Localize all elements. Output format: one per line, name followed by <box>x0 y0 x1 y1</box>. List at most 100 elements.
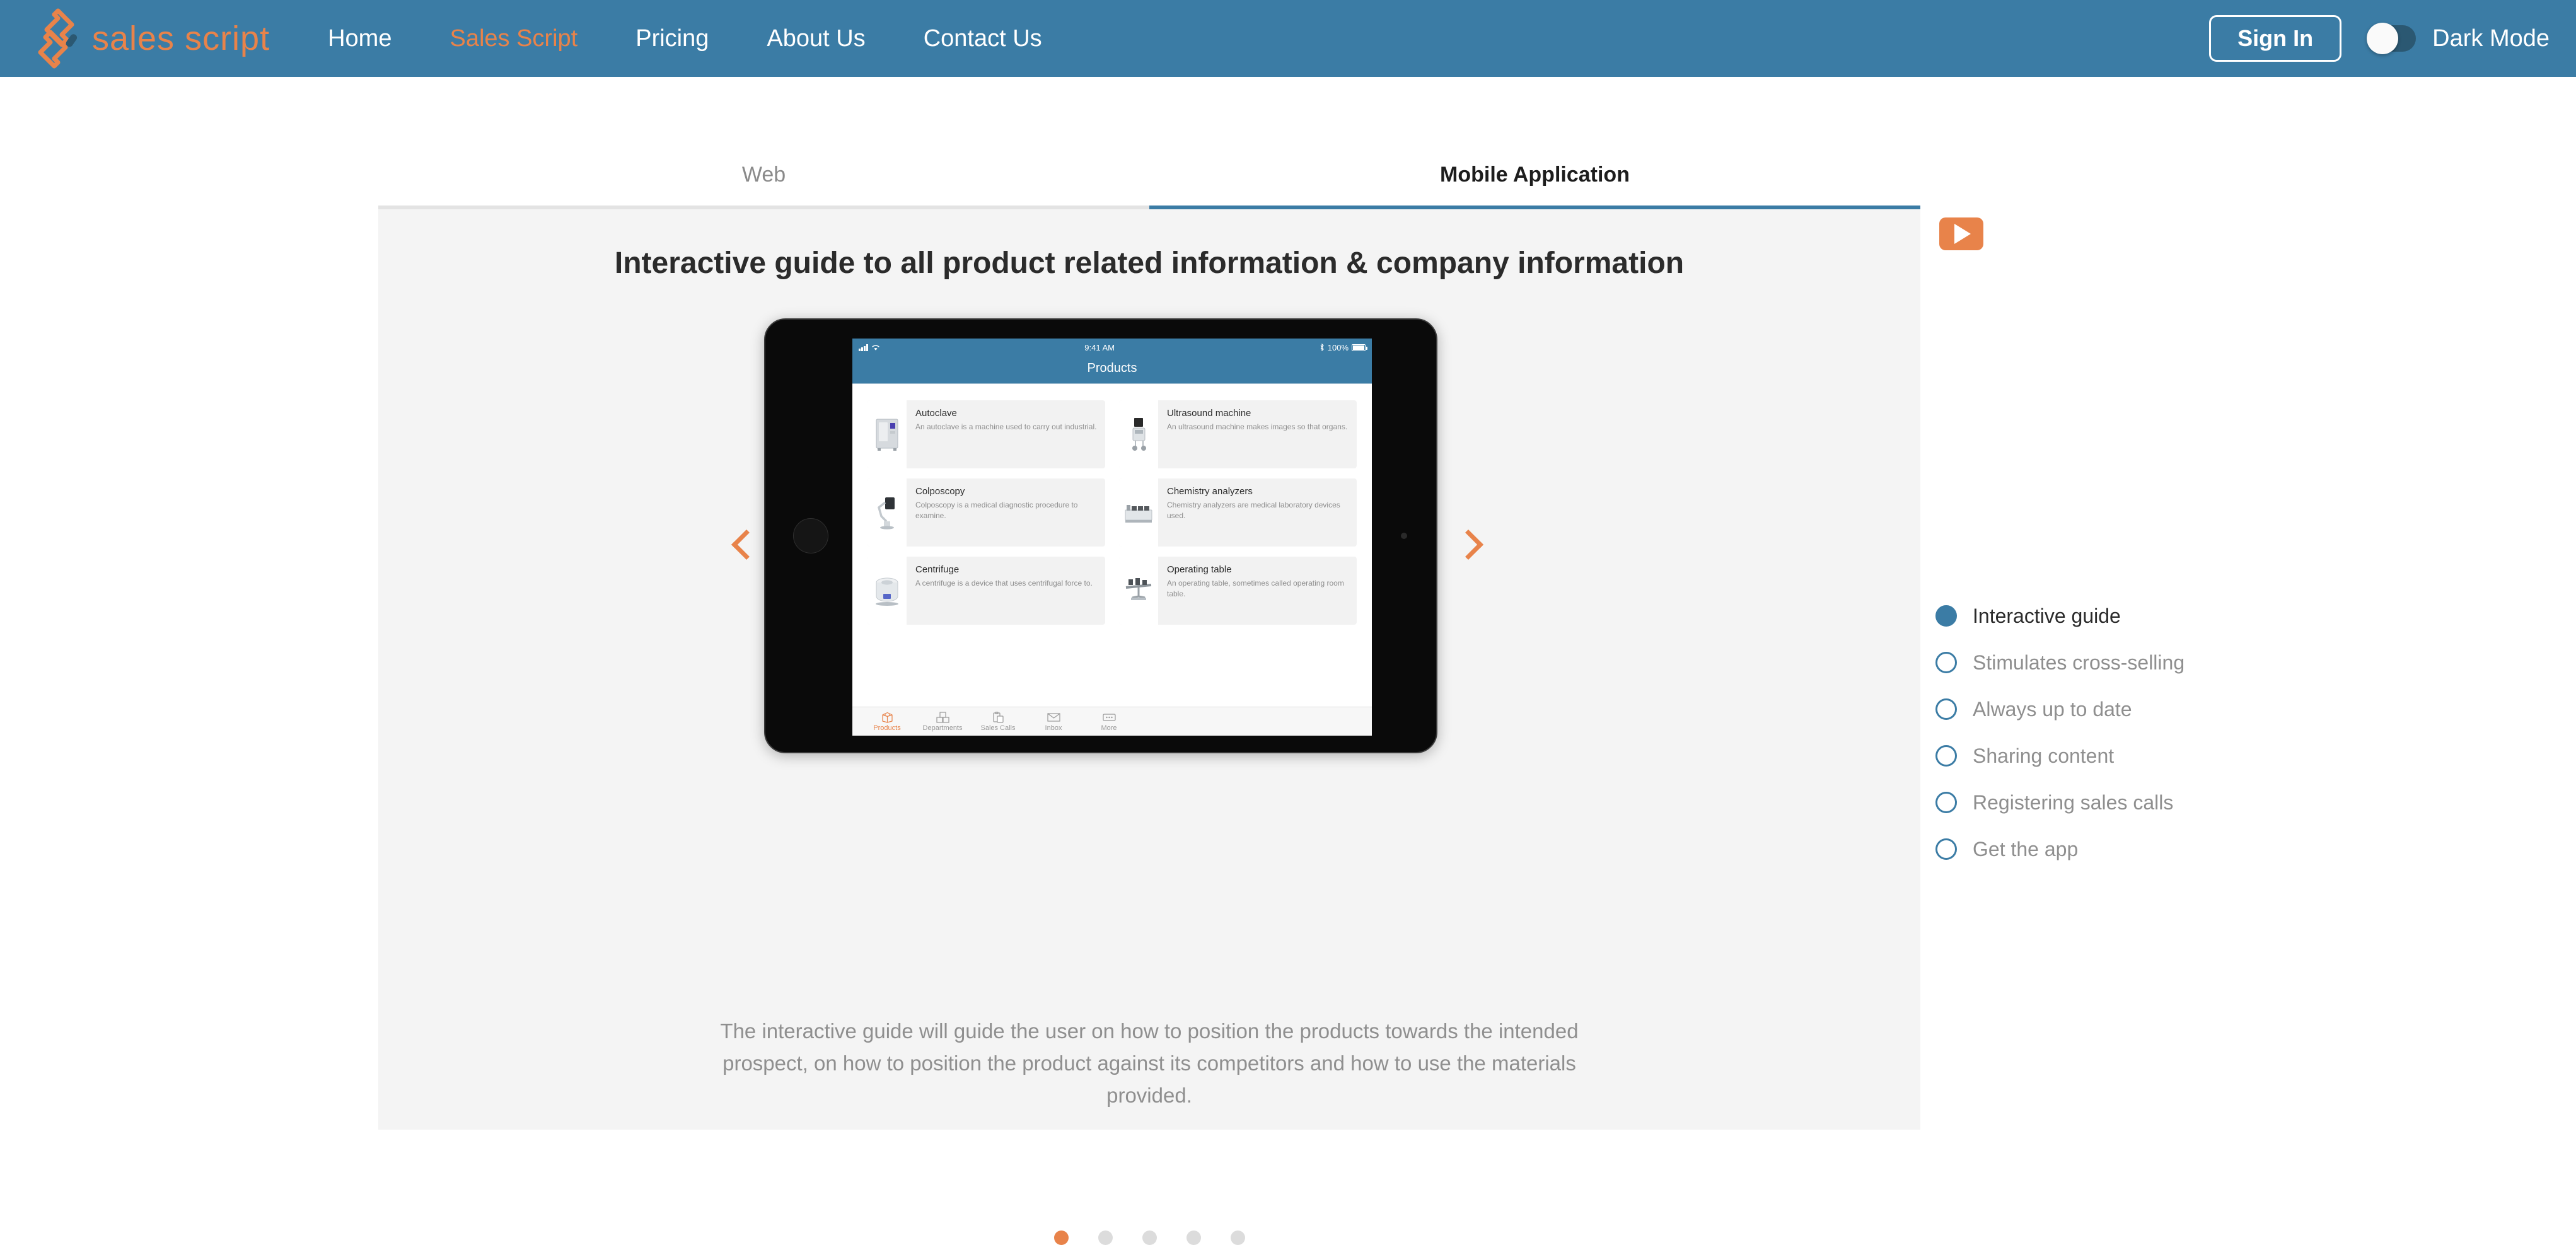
device-status-bar: 9:41 AM 100% <box>852 339 1372 356</box>
autoclave-image-icon <box>867 400 907 468</box>
product-text: Chemistry analyzers Chemistry analyzers … <box>1158 478 1357 547</box>
nav-link-pricing[interactable]: Pricing <box>635 25 709 52</box>
carousel-dot-5[interactable] <box>1230 1231 1245 1245</box>
product-description: An operating table, sometimes called ope… <box>1167 579 1344 599</box>
dark-mode-label: Dark Mode <box>2432 25 2550 52</box>
bluetooth-icon <box>1320 344 1324 351</box>
carousel-dot-1[interactable] <box>1053 1231 1069 1245</box>
step-label: Interactive guide <box>1973 604 2121 627</box>
brand-logo[interactable]: sales script <box>33 8 270 69</box>
chevron-right-icon <box>1453 529 1484 560</box>
step-item-get-the-app[interactable]: Get the app <box>1935 826 2184 872</box>
device-tab-more[interactable]: More <box>1089 711 1128 732</box>
product-name: Autoclave <box>915 408 957 419</box>
boxes-icon <box>936 711 949 723</box>
nav-link-about-us[interactable]: About Us <box>767 25 865 52</box>
step-item-always-up-to-date[interactable]: Always up to date <box>1935 686 2184 733</box>
carousel-next-button[interactable] <box>1450 526 1488 564</box>
status-time: 9:41 AM <box>1084 342 1115 352</box>
feature-step-list: Interactive guide Stimulates cross-selli… <box>1935 593 2184 872</box>
product-text: Operating table An operating table, some… <box>1158 557 1357 625</box>
device-tab-bar: Products Departments Sales Calls Inbox M… <box>852 707 1372 736</box>
step-item-registering-sales-calls[interactable]: Registering sales calls <box>1935 779 2184 826</box>
product-name: Colposcopy <box>915 486 965 497</box>
device-tab-label: Products <box>873 724 901 732</box>
step-item-sharing-content[interactable]: Sharing content <box>1935 733 2184 779</box>
step-radio-icon <box>1935 698 1957 720</box>
brand-name: sales script <box>92 20 270 57</box>
step-label: Get the app <box>1973 837 2079 860</box>
product-name: Operating table <box>1167 564 1232 575</box>
operating-table-image-icon <box>1119 557 1158 625</box>
device-tab-label: Inbox <box>1045 724 1062 732</box>
device-screen-title: Products <box>852 356 1372 384</box>
envelope-icon <box>1047 711 1060 723</box>
clipboard-icon <box>992 711 1004 723</box>
carousel-dot-2[interactable] <box>1098 1231 1113 1245</box>
status-left <box>859 344 880 351</box>
toggle-knob <box>2367 23 2399 54</box>
dark-mode-toggle[interactable] <box>2367 23 2416 54</box>
nav-right-controls: Sign In Dark Mode <box>2209 0 2550 77</box>
tablet-device-mockup: 9:41 AM 100% Products Autoclave An autoc… <box>764 318 1437 753</box>
product-text: Autoclave An autoclave is a machine used… <box>907 400 1104 468</box>
product-description: An ultrasound machine makes images so th… <box>1167 422 1348 431</box>
product-description: Colposcopy is a medical diagnostic proce… <box>915 501 1078 521</box>
step-item-interactive-guide[interactable]: Interactive guide <box>1935 593 2184 639</box>
step-radio-icon <box>1935 792 1957 813</box>
device-tab-label: More <box>1101 724 1117 732</box>
panel-heading: Interactive guide to all product related… <box>614 246 1685 280</box>
battery-icon <box>1352 344 1367 351</box>
sign-in-button[interactable]: Sign In <box>2209 15 2342 62</box>
centrifuge-image-icon <box>867 557 907 625</box>
carousel-dot-4[interactable] <box>1186 1231 1201 1245</box>
product-card[interactable]: Colposcopy Colposcopy is a medical diagn… <box>867 478 1105 547</box>
device-tab-sales-calls[interactable]: Sales Calls <box>978 711 1018 732</box>
carousel-dot-3[interactable] <box>1142 1231 1157 1245</box>
status-right: 100% <box>1320 342 1367 352</box>
carousel-dots <box>378 1231 1920 1245</box>
device-tab-departments[interactable]: Departments <box>922 711 963 732</box>
nav-link-sales-script[interactable]: Sales Script <box>450 25 577 52</box>
product-text: Ultrasound machine An ultrasound machine… <box>1158 400 1355 468</box>
step-label: Sharing content <box>1973 744 2115 767</box>
product-name: Chemistry analyzers <box>1167 486 1253 497</box>
content-tabs: Web Mobile Application <box>378 144 1920 209</box>
tab-web[interactable]: Web <box>378 144 1149 209</box>
product-description: A centrifuge is a device that uses centr… <box>915 579 1093 588</box>
wifi-icon <box>871 345 879 350</box>
step-label: Registering sales calls <box>1973 790 2174 814</box>
sales-script-s-logo-icon <box>38 8 78 69</box>
nav-links: Home Sales Script Pricing About Us Conta… <box>328 25 1100 52</box>
step-radio-icon <box>1935 605 1957 627</box>
play-video-button[interactable] <box>1939 217 1983 250</box>
product-card[interactable]: Centrifuge A centrifuge is a device that… <box>867 557 1105 625</box>
nav-link-home[interactable]: Home <box>328 25 392 52</box>
step-label: Always up to date <box>1973 697 2132 721</box>
step-radio-icon <box>1935 652 1957 673</box>
product-name: Centrifuge <box>915 564 960 575</box>
step-label: Stimulates cross-selling <box>1973 651 2185 674</box>
step-radio-icon <box>1935 838 1957 860</box>
top-navigation-bar: sales script Home Sales Script Pricing A… <box>0 0 2576 77</box>
carousel-prev-button[interactable] <box>728 526 766 564</box>
tab-mobile-application[interactable]: Mobile Application <box>1149 144 1920 209</box>
nav-link-contact-us[interactable]: Contact Us <box>924 25 1042 52</box>
device-tab-label: Departments <box>922 724 963 732</box>
chemistry-analyzers-image-icon <box>1119 478 1158 547</box>
device-tab-inbox[interactable]: Inbox <box>1034 711 1073 732</box>
step-item-stimulates-cross-selling[interactable]: Stimulates cross-selling <box>1935 639 2184 686</box>
product-card[interactable]: Autoclave An autoclave is a machine used… <box>867 400 1105 468</box>
product-card[interactable]: Operating table An operating table, some… <box>1119 557 1357 625</box>
device-screen: 9:41 AM 100% Products Autoclave An autoc… <box>852 339 1372 736</box>
product-card[interactable]: Chemistry analyzers Chemistry analyzers … <box>1119 478 1357 547</box>
device-tab-products[interactable]: Products <box>867 711 907 732</box>
play-icon <box>1954 224 1971 244</box>
battery-percent: 100% <box>1327 342 1349 352</box>
ultrasound-machine-image-icon <box>1119 400 1158 468</box>
product-name: Ultrasound machine <box>1167 408 1251 419</box>
device-tab-label: Sales Calls <box>980 724 1016 732</box>
step-radio-icon <box>1935 745 1957 767</box>
product-text: Centrifuge A centrifuge is a device that… <box>907 557 1100 625</box>
product-card[interactable]: Ultrasound machine An ultrasound machine… <box>1119 400 1357 468</box>
